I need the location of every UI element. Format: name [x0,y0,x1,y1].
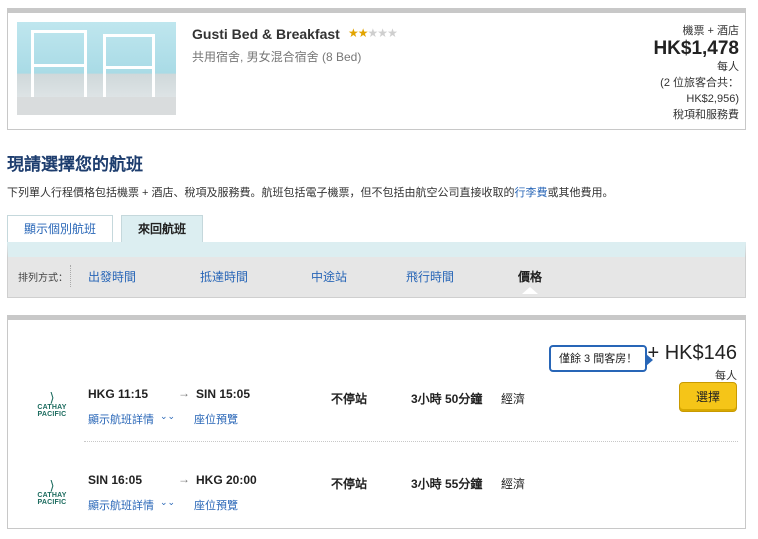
cathay-pacific-logo: ⟩ CATHAY PACIFIC [22,390,82,418]
sort-duration[interactable]: 飛行時間 [406,268,454,285]
price-note-end: 或其他費用。 [547,187,614,199]
leg2-departure: SIN 16:05 [88,473,143,487]
leg1-seat-preview-link[interactable]: 座位預覽 [194,411,238,427]
airline-mark-icon: ⟩ [49,478,55,493]
active-sort-indicator [522,287,538,294]
airline-mark-icon: ⟩ [49,390,55,405]
leg2-seat-preview-link[interactable]: 座位預覽 [194,497,238,513]
flight-option-card: 僅餘 3 間客房！ + HK$146 每人 選擇 ⟩ CATHAY PACIFI… [7,315,746,529]
cathay-pacific-logo: ⟩ CATHAY PACIFIC [22,478,82,506]
leg2-cabin: 經濟 [501,477,526,491]
per-person-label: 每人 [717,61,739,73]
rooms-left-tooltip: 僅餘 3 間客房！ [549,345,654,372]
leg2-duration: 3小時 55分鐘 [411,477,483,491]
leg2-arrival: HKG 20:00 [196,473,257,487]
leg2-stops: 不停站 [331,477,368,491]
package-price-box: 機票 + 酒店 HK$1,478 每人 (2 位旅客合共： HK$2,956) … [653,23,739,123]
flight-per-person: 每人 [715,370,737,382]
select-button[interactable]: 選擇 [679,382,737,412]
chevron-down-icon[interactable]: ⌄⌄ [160,411,175,422]
price-kind: 機票 + 酒店 [682,25,739,37]
flight-price: + HK$146 [647,342,737,364]
room-type: 共用宿舍, 男女混合宿舍 (8 Bed) [192,50,362,64]
leg1-arrival: SIN 15:05 [196,387,251,401]
star-rating: ★★★★★ [348,26,398,40]
price-note: 下列單人行程價格包括機票 + 酒店、稅項及服務費。航班包括電子機票，但不包括由航… [7,184,614,200]
star-empty-icon: ★ [367,26,379,40]
tax-note: 稅項和服務費 [673,109,739,121]
airline-name: CATHAY PACIFIC [37,492,67,506]
right-arrow-icon: → [178,472,190,486]
star-filled-icon: ★ [357,26,369,40]
leg1-departure: HKG 11:15 [88,387,149,401]
sort-divider [70,265,71,287]
total-line-2: HK$2,956) [686,93,739,105]
hotel-name[interactable]: Gusti Bed & Breakfast [192,26,340,42]
sort-arrival-time[interactable]: 抵達時間 [200,268,248,285]
tab-individual-flights[interactable]: 顯示個別航班 [7,215,113,242]
airline-name: CATHAY PACIFIC [37,404,67,418]
sort-stops[interactable]: 中途站 [311,268,347,285]
leg1-duration: 3小時 50分鐘 [411,392,483,406]
sort-label: 排列方式： [18,273,68,284]
price-note-text: 下列單人行程價格包括機票 + 酒店、稅項及服務費。航班包括電子機票，但不包括由航… [7,187,515,199]
leg1-stops: 不停站 [331,392,368,406]
page-title: 現請選擇您的航班 [7,155,143,174]
leg1-flight-details-link[interactable]: 顯示航班詳情 [88,411,154,427]
total-line-1: (2 位旅客合共： [660,77,739,89]
star-empty-icon: ★ [387,26,398,40]
floor [17,97,176,115]
leg1-cabin: 經濟 [501,392,526,406]
bunk-rail [103,66,155,69]
star-filled-icon: ★ [348,26,359,40]
hotel-photo[interactable] [17,22,176,115]
sort-departure-time[interactable]: 出發時間 [88,268,136,285]
leg2-flight-details-link[interactable]: 顯示航班詳情 [88,497,154,513]
right-arrow-icon: → [178,386,190,400]
leg-separator [84,441,738,442]
bunk-rail [31,64,87,67]
sort-bar: 排列方式： 出發時間 抵達時間 中途站 飛行時間 價格 [7,242,746,298]
sort-price[interactable]: 價格 [518,268,542,285]
chevron-down-icon[interactable]: ⌄⌄ [160,497,175,508]
baggage-fee-link[interactable]: 行李費 [515,187,548,199]
package-price: HK$1,478 [653,38,739,59]
tab-roundtrip-flights[interactable]: 來回航班 [121,215,203,242]
star-empty-icon: ★ [377,26,388,40]
hotel-summary-card: Gusti Bed & Breakfast ★★★★★ 共用宿舍, 男女混合宿舍… [7,8,746,130]
